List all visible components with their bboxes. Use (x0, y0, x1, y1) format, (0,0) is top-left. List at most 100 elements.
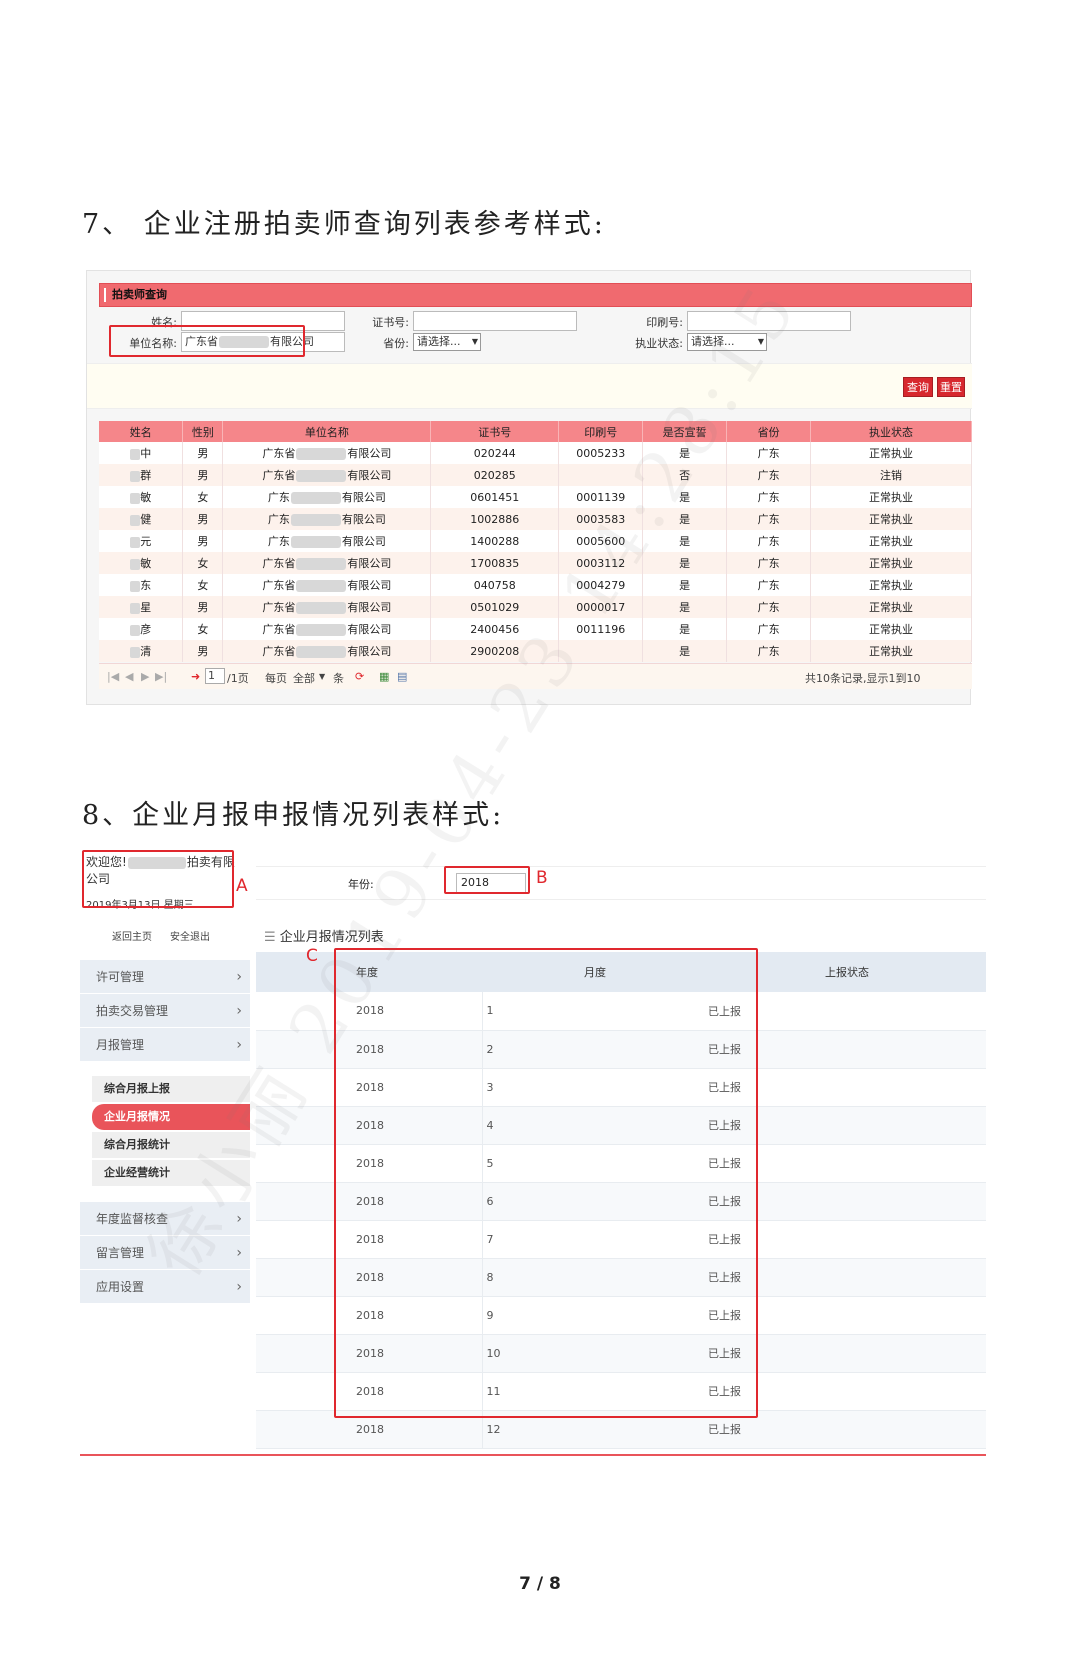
table-row[interactable]: 敏女广东 有限公司 0601451 0001139 是广东 正常执业 (99, 486, 972, 508)
cell-name: 东 (99, 574, 184, 596)
chevron-right-icon: › (236, 1245, 242, 1261)
cell-unit: 广东省 有限公司 (222, 618, 432, 640)
cell-print: 0004279 (558, 574, 644, 596)
year-label: 年份: (348, 878, 374, 891)
cell-gender: 男 (182, 596, 224, 618)
column-header[interactable]: 单位名称 (222, 421, 432, 442)
redaction-mark (296, 448, 347, 460)
cell-name: 群 (99, 464, 184, 486)
column-header[interactable]: 执业状态 (810, 421, 972, 442)
cell-gender: 女 (182, 486, 224, 508)
first-page-icon[interactable]: |◀ (107, 670, 119, 683)
cell-name: 中 (99, 442, 184, 464)
menu-auction-trade[interactable]: 拍卖交易管理 › (80, 994, 250, 1028)
table-row[interactable]: 彦女广东省 有限公司 2400456 0011196 是广东 正常执业 (99, 618, 972, 640)
status-label: 执业状态: (635, 337, 683, 350)
last-page-icon[interactable]: ▶| (155, 670, 167, 683)
home-link[interactable]: 返回主页 (112, 928, 152, 943)
table-row[interactable]: 敏女广东省 有限公司 1700835 0003112 是广东 正常执业 (99, 552, 972, 574)
cell-cert: 0601451 (430, 486, 560, 508)
submenu-business-stats[interactable]: 企业经营统计 (92, 1160, 250, 1186)
spacer-cell (256, 1106, 332, 1145)
column-header[interactable]: 性别 (182, 421, 224, 442)
cell-province: 广东 (726, 640, 812, 662)
redaction-mark (296, 624, 347, 636)
cell-province: 广东 (726, 508, 812, 530)
cell-status: 正常执业 (810, 530, 972, 552)
action-bar: 查询 重置 (87, 363, 972, 409)
cert-input[interactable] (413, 311, 577, 331)
redaction-mark (296, 558, 347, 570)
column-header[interactable]: 姓名 (99, 421, 184, 442)
cell-province: 广东 (726, 552, 812, 574)
submenu-comprehensive-upload[interactable]: 综合月报上报 (92, 1076, 250, 1102)
table-row[interactable]: 清男广东省 有限公司 2900208 是广东 正常执业 (99, 640, 972, 662)
cell-gender: 男 (182, 640, 224, 662)
menu-annual-inspection[interactable]: 年度监督核查 › (80, 1202, 250, 1236)
cell-name: 敏 (99, 486, 184, 508)
spacer-cell (256, 1296, 332, 1335)
goto-page-icon[interactable]: ➜ (191, 670, 200, 683)
menu-monthly-report[interactable]: 月报管理 › (80, 1028, 250, 1062)
chevron-down-icon[interactable]: ▼ (319, 672, 325, 681)
cell-province: 广东 (726, 596, 812, 618)
cert-label: 证书号: (372, 316, 409, 329)
highlight-box-c (334, 948, 758, 1418)
table-row[interactable]: 中男广东省 有限公司 020244 0005233 是广东 正常执业 (99, 442, 972, 464)
query-button[interactable]: 查询 (903, 377, 933, 397)
refresh-icon[interactable]: ⟳ (355, 670, 364, 683)
column-header[interactable]: 证书号 (430, 421, 560, 442)
cell-cert: 2400456 (430, 618, 560, 640)
redaction-mark (130, 492, 141, 504)
column-header[interactable]: 印刷号 (558, 421, 644, 442)
table-row[interactable]: 星男广东省 有限公司 0501029 0000017 是广东 正常执业 (99, 596, 972, 618)
table-row[interactable]: 元男广东 有限公司 1400288 0005600 是广东 正常执业 (99, 530, 972, 552)
spacer-cell (256, 1410, 332, 1449)
table-row[interactable]: 健男广东 有限公司 1002886 0003583 是广东 正常执业 (99, 508, 972, 530)
menu-license[interactable]: 许可管理 › (80, 960, 250, 994)
province-select[interactable]: 请选择... (413, 333, 481, 351)
menu-messages[interactable]: 留言管理 › (80, 1236, 250, 1270)
cell-sworn: 是 (642, 552, 728, 574)
menu-app-settings[interactable]: 应用设置 › (80, 1270, 250, 1304)
chevron-right-icon: › (236, 1037, 242, 1053)
table-row[interactable]: 群男广东省 有限公司 020285 否广东 注销 (99, 464, 972, 486)
submenu-enterprise-report[interactable]: 企业月报情况 (92, 1104, 250, 1130)
redaction-mark (290, 492, 341, 504)
redaction-mark (130, 624, 141, 636)
cell-province: 广东 (726, 442, 812, 464)
cell-status: 正常执业 (810, 618, 972, 640)
spacer-cell (256, 1258, 332, 1297)
cell-name: 元 (99, 530, 184, 552)
cell-unit: 广东 有限公司 (222, 530, 432, 552)
list-title-text: 企业月报情况列表 (279, 930, 384, 945)
cell-gender: 男 (182, 442, 224, 464)
menu-label: 许可管理 (96, 970, 145, 984)
logout-link[interactable]: 安全退出 (170, 928, 210, 943)
next-page-icon[interactable]: ▶ (141, 670, 149, 683)
column-header[interactable]: 省份 (726, 421, 812, 442)
box-label-b: B (536, 868, 548, 888)
prev-page-icon[interactable]: ◀ (125, 670, 133, 683)
column-header[interactable]: 是否宣誓 (642, 421, 728, 442)
table-row[interactable]: 东女广东省 有限公司 040758 0004279 是广东 正常执业 (99, 574, 972, 596)
document-icon[interactable]: ▤ (397, 670, 407, 683)
cell-unit: 广东省 有限公司 (222, 596, 432, 618)
page-number-input[interactable]: 1 (205, 668, 225, 684)
record-summary: 共10条记录,显示1到10 (805, 672, 921, 685)
filter-bar: 年份: 2018 (256, 866, 986, 900)
cell-cert: 0501029 (430, 596, 560, 618)
spacer-cell (256, 1182, 332, 1221)
cell-gender: 女 (182, 618, 224, 640)
cell-print: 0003583 (558, 508, 644, 530)
excel-export-icon[interactable]: ▦ (379, 670, 389, 683)
redaction-mark (296, 580, 347, 592)
print-input[interactable] (687, 311, 851, 331)
cell-cert: 020285 (430, 464, 560, 486)
reset-button[interactable]: 重置 (937, 377, 965, 397)
list-title: ☰ 企业月报情况列表 (264, 926, 384, 945)
per-page-select[interactable]: 全部 (293, 670, 315, 686)
status-select[interactable]: 请选择... (687, 333, 767, 351)
cell-sworn: 是 (642, 442, 728, 464)
submenu-comprehensive-stats[interactable]: 综合月报统计 (92, 1132, 250, 1158)
